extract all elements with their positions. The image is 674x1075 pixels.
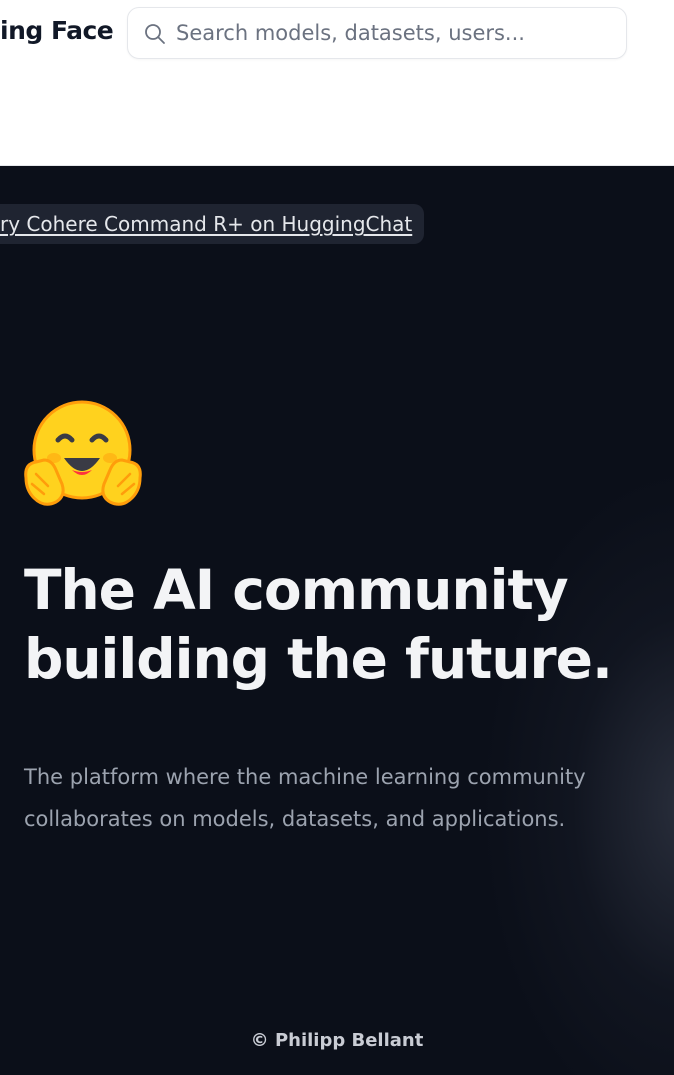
headline-line-2: building the future. bbox=[24, 627, 613, 691]
search-icon bbox=[145, 24, 165, 44]
top-navigation-bar: ing Face bbox=[0, 0, 674, 166]
announcement-banner-link[interactable]: ry Cohere Command R+ on HuggingChat bbox=[0, 204, 425, 244]
subtitle-line-2: collaborates on models, datasets, and ap… bbox=[24, 807, 566, 831]
hero-headline: The AI community building the future. bbox=[24, 556, 664, 694]
subtitle-line-1: The platform where the machine learning … bbox=[24, 765, 586, 789]
search-input[interactable] bbox=[176, 17, 616, 49]
brand-name[interactable]: ing Face bbox=[0, 16, 114, 45]
search-box[interactable] bbox=[127, 7, 627, 59]
copyright-watermark: © Philipp Bellant bbox=[250, 1030, 424, 1051]
hugging-face-emoji-icon bbox=[24, 400, 142, 506]
hero-section: ry Cohere Command R+ on HuggingChat The … bbox=[0, 166, 674, 1075]
headline-line-1: The AI community bbox=[24, 558, 569, 622]
hero-subtitle: The platform where the machine learning … bbox=[24, 756, 654, 840]
